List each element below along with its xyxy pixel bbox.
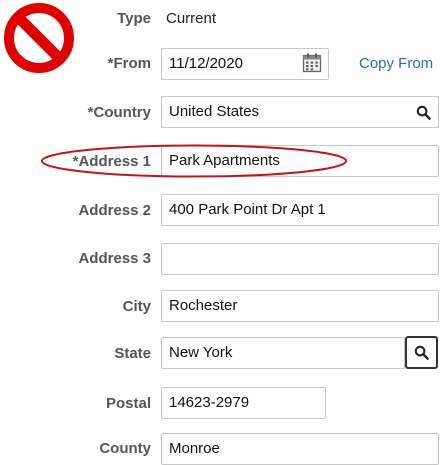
state-search-button[interactable]: [405, 336, 438, 369]
from-label: *From: [107, 55, 151, 72]
county-input[interactable]: Monroe: [161, 433, 439, 465]
city-label: City: [122, 298, 151, 315]
county-value: Monroe: [169, 440, 220, 457]
no-symbol-icon: [4, 3, 74, 73]
address2-input[interactable]: 400 Park Point Dr Apt 1: [161, 194, 439, 226]
city-value: Rochester: [169, 297, 238, 314]
address3-input[interactable]: [161, 243, 439, 275]
city-input[interactable]: Rochester: [161, 290, 439, 322]
country-input[interactable]: United States: [161, 96, 439, 128]
search-icon: [414, 345, 429, 360]
address2-value: 400 Park Point Dr Apt 1: [169, 201, 326, 218]
county-label: County: [99, 440, 151, 457]
type-label: Type: [117, 10, 151, 27]
type-value: Current: [166, 10, 217, 27]
country-label: *Country: [87, 104, 151, 121]
highlight-ellipse: [41, 144, 347, 178]
calendar-icon[interactable]: [298, 49, 326, 77]
from-date-value: 11/12/2020: [169, 55, 243, 72]
postal-input[interactable]: 14623-2979: [161, 387, 326, 419]
address2-label: Address 2: [78, 202, 151, 219]
country-value: United States: [169, 103, 260, 120]
address3-label: Address 3: [78, 250, 151, 267]
postal-value: 14623-2979: [169, 394, 250, 411]
state-value: New York: [169, 344, 233, 361]
copy-from-link[interactable]: Copy From: [359, 55, 433, 72]
search-icon[interactable]: [408, 97, 438, 127]
state-label: State: [114, 345, 151, 362]
state-input[interactable]: New York: [161, 337, 405, 369]
postal-label: Postal: [105, 395, 151, 412]
